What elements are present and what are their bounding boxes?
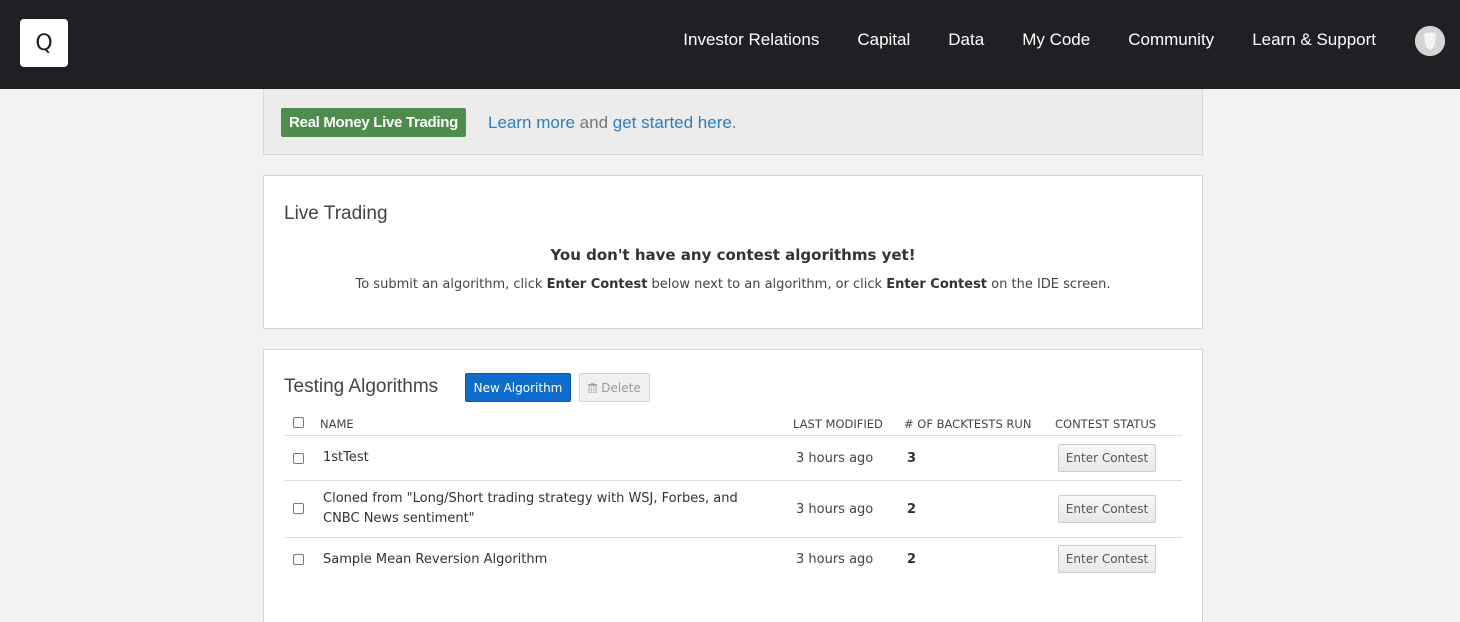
instructions-part-3: on the IDE screen. [987, 277, 1111, 292]
new-algorithm-button[interactable]: New Algorithm [465, 373, 571, 402]
empty-state-heading: You don't have any contest algorithms ye… [550, 246, 916, 264]
delete-button-label: Delete [601, 380, 641, 395]
learn-more-link[interactable]: Learn more [488, 113, 575, 132]
row-checkbox[interactable] [293, 503, 304, 514]
last-modified-value: 3 hours ago [796, 502, 874, 517]
banner-and-text: and [574, 113, 613, 132]
banner-text: Learn more and get started here. [488, 113, 737, 133]
live-trading-panel: Live Trading You don't have any contest … [263, 175, 1203, 329]
testing-algorithms-panel: Testing Algorithms New Algorithm Delete … [263, 349, 1203, 622]
get-started-link[interactable]: get started here [613, 113, 732, 132]
trash-icon [588, 382, 598, 393]
nav-my-code[interactable]: My Code [1022, 30, 1090, 50]
empty-state-instructions: To submit an algorithm, click Enter Cont… [264, 277, 1202, 292]
enter-contest-button[interactable]: Enter Contest [1058, 495, 1156, 523]
algorithms-table: NAME LAST MODIFIED # OF BACKTESTS RUN CO… [284, 410, 1182, 583]
enter-contest-button[interactable]: Enter Contest [1058, 444, 1156, 472]
algorithm-name-link[interactable]: Sample Mean Reversion Algorithm [323, 550, 547, 570]
backtests-count: 3 [907, 451, 917, 466]
algorithm-name-link[interactable]: Cloned from "Long/Short trading strategy… [323, 489, 775, 529]
column-last-modified: LAST MODIFIED [793, 417, 883, 431]
nav-capital[interactable]: Capital [857, 30, 910, 50]
row-checkbox[interactable] [293, 453, 304, 464]
user-avatar-icon[interactable] [1415, 26, 1445, 56]
testing-algorithms-title: Testing Algorithms [284, 376, 439, 397]
backtests-count: 2 [907, 552, 917, 567]
nav-investor-relations[interactable]: Investor Relations [683, 30, 819, 50]
last-modified-value: 3 hours ago [796, 451, 874, 466]
main-nav: Investor Relations Capital Data My Code … [645, 0, 1376, 80]
table-row[interactable]: Sample Mean Reversion Algorithm 3 hours … [284, 538, 1182, 583]
table-header: NAME LAST MODIFIED # OF BACKTESTS RUN CO… [284, 410, 1182, 436]
banner-period: . [731, 113, 737, 132]
column-contest-status: CONTEST STATUS [1055, 417, 1157, 431]
algorithm-name-link[interactable]: 1stTest [323, 448, 369, 468]
last-modified-value: 3 hours ago [796, 552, 874, 567]
instructions-enter-contest-1: Enter Contest [546, 277, 648, 292]
instructions-part-2: below next to an algorithm, or click [647, 277, 887, 292]
nav-learn-support[interactable]: Learn & Support [1252, 30, 1376, 50]
select-all-checkbox[interactable] [293, 417, 304, 428]
backtests-count: 2 [907, 502, 917, 517]
instructions-part-1: To submit an algorithm, click [355, 277, 547, 292]
column-name: NAME [320, 417, 354, 431]
table-row[interactable]: 1stTest 3 hours ago 3 Enter Contest [284, 436, 1182, 481]
row-checkbox[interactable] [293, 554, 304, 565]
real-money-badge: Real Money Live Trading [281, 108, 466, 137]
quantopian-logo[interactable]: Q [20, 19, 68, 67]
nav-data[interactable]: Data [948, 30, 984, 50]
real-money-banner: Real Money Live Trading Learn more and g… [263, 89, 1203, 155]
column-backtests: # OF BACKTESTS RUN [904, 417, 1032, 431]
enter-contest-button[interactable]: Enter Contest [1058, 545, 1156, 573]
table-row[interactable]: Cloned from "Long/Short trading strategy… [284, 481, 1182, 538]
delete-button[interactable]: Delete [579, 373, 650, 402]
nav-community[interactable]: Community [1128, 30, 1214, 50]
top-navbar: Q Investor Relations Capital Data My Cod… [0, 0, 1460, 89]
instructions-enter-contest-2: Enter Contest [886, 277, 988, 292]
live-trading-title: Live Trading [284, 203, 388, 224]
